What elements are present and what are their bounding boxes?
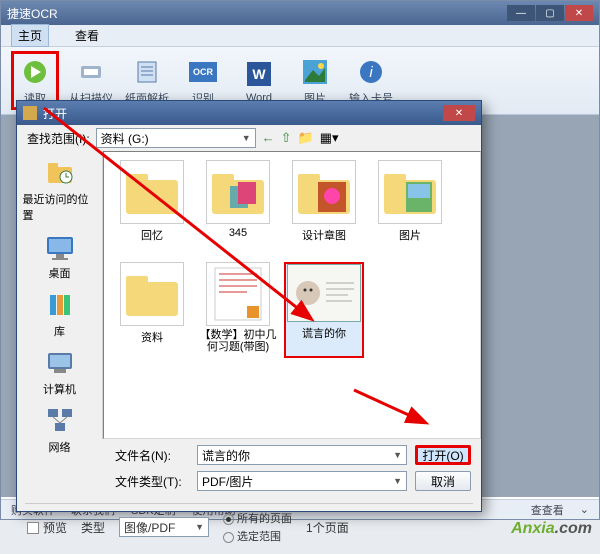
scanner-icon xyxy=(75,56,107,88)
folder-icon xyxy=(23,106,37,120)
dialog-close-button[interactable]: ✕ xyxy=(443,105,475,121)
image-icon xyxy=(299,56,331,88)
category-label: 类型 xyxy=(81,519,105,536)
place-network[interactable]: 网络 xyxy=(23,405,97,455)
range-all-radio[interactable]: 所有的页面 xyxy=(223,510,292,526)
list-item-selected[interactable]: 谎言的你 xyxy=(284,262,364,358)
place-recent[interactable]: 最近访问的位置 xyxy=(23,157,97,223)
close-button[interactable]: ✕ xyxy=(565,5,593,21)
place-computer[interactable]: 计算机 xyxy=(23,347,97,397)
list-item[interactable]: 【数学】初中几何习题(带图) xyxy=(198,262,278,358)
file-open-dialog: 打开 ✕ 查找范围(I): 资料 (G:)▼ ← ⇧ 📁 ▦▾ 最近访问的位置 … xyxy=(16,100,482,512)
parse-icon xyxy=(131,56,163,88)
dialog-titlebar: 打开 ✕ xyxy=(17,101,481,125)
menubar: 主页 查看 xyxy=(1,25,599,47)
filetype-label: 文件类型(T): xyxy=(115,473,189,490)
page-count: 1个页面 xyxy=(306,519,349,536)
up-icon[interactable]: ⇧ xyxy=(281,130,292,146)
list-item[interactable]: 345 xyxy=(198,160,278,256)
preview-checkbox[interactable]: 预览 xyxy=(27,519,67,536)
back-icon[interactable]: ← xyxy=(262,130,275,146)
lookin-label: 查找范围(I): xyxy=(27,130,90,147)
app-titlebar: 捷速OCR — ▢ ✕ xyxy=(1,1,599,25)
app-title: 捷速OCR xyxy=(7,5,58,22)
category-combo[interactable]: 图像/PDF▼ xyxy=(119,517,209,537)
filename-label: 文件名(N): xyxy=(115,447,189,464)
watermark: Anxia.com xyxy=(511,520,592,538)
lookin-combo[interactable]: 资料 (G:)▼ xyxy=(96,128,256,148)
ocr-icon: OCR xyxy=(187,56,219,88)
places-bar: 最近访问的位置 桌面 库 计算机 网络 xyxy=(17,151,103,439)
new-folder-icon[interactable]: 📁 xyxy=(298,130,314,146)
filetype-combo[interactable]: PDF/图片▼ xyxy=(197,471,407,491)
view-icon[interactable]: ▦▾ xyxy=(320,130,339,146)
list-item[interactable]: 设计章图 xyxy=(284,160,364,256)
file-list[interactable]: 回忆 345 设计章图 图片 资料 【数学】初中几何习题(带图) xyxy=(103,151,481,439)
list-item[interactable]: 资料 xyxy=(112,262,192,358)
dialog-title: 打开 xyxy=(43,105,67,122)
list-item[interactable]: 图片 xyxy=(370,160,450,256)
minimize-button[interactable]: — xyxy=(507,5,535,21)
chevron-down-icon: ⌄ xyxy=(580,503,589,516)
place-libraries[interactable]: 库 xyxy=(23,289,97,339)
list-item[interactable]: 回忆 xyxy=(112,160,192,256)
read-icon xyxy=(19,56,51,88)
maximize-button[interactable]: ▢ xyxy=(536,5,564,21)
cancel-button[interactable]: 取消 xyxy=(415,471,471,491)
dialog-toolbar: 查找范围(I): 资料 (G:)▼ ← ⇧ 📁 ▦▾ xyxy=(17,125,481,151)
word-icon: W xyxy=(243,58,275,90)
info-icon: i xyxy=(355,56,387,88)
filename-input[interactable]: 谎言的你▼ xyxy=(197,445,407,465)
menu-view[interactable]: 查看 xyxy=(69,25,105,46)
status-find[interactable]: 查查看 xyxy=(531,502,564,518)
menu-home[interactable]: 主页 xyxy=(11,24,49,47)
open-button[interactable]: 打开(O) xyxy=(415,445,471,465)
place-desktop[interactable]: 桌面 xyxy=(23,231,97,281)
